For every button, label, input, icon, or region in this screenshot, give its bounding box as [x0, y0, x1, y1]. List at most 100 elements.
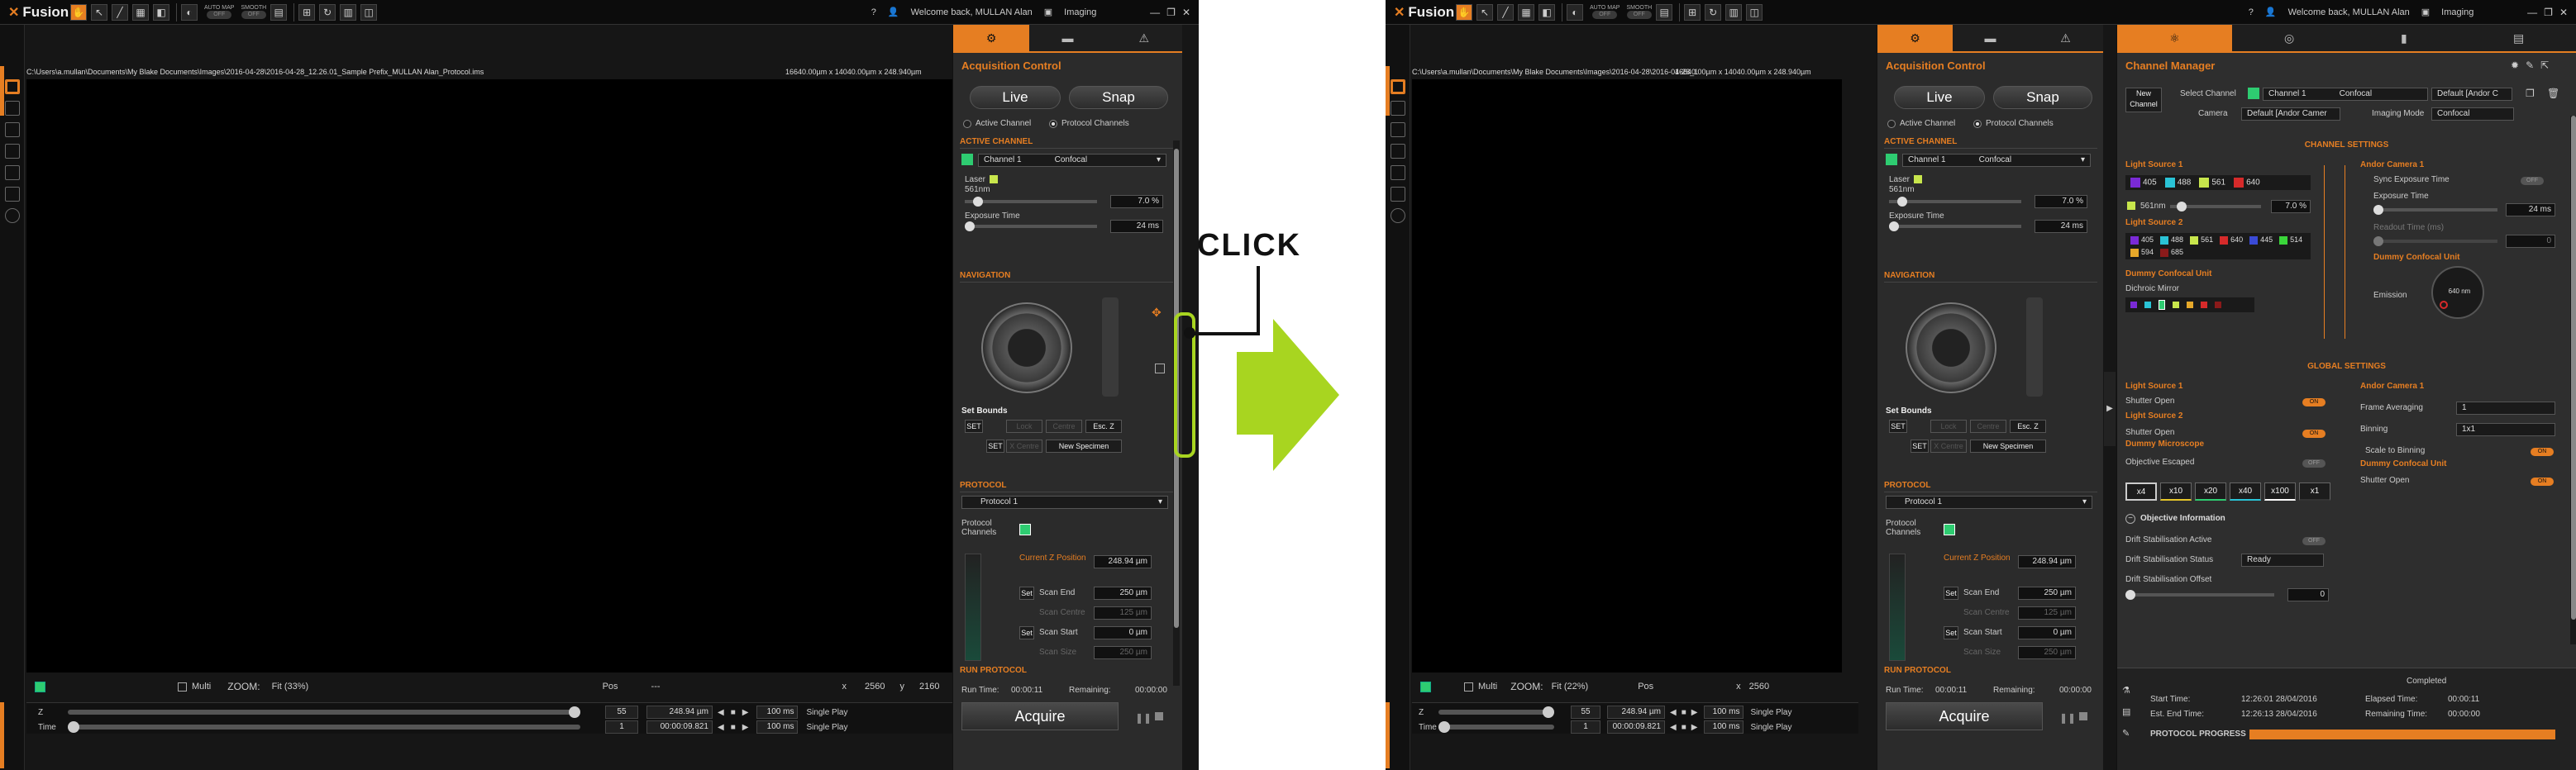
set-scan-start-button[interactable]: Set	[1019, 626, 1034, 639]
zoom-select[interactable]: Fit (22%)	[1552, 682, 1589, 692]
layers-tool-icon[interactable]: ◧	[1538, 3, 1555, 21]
centre-button[interactable]: Centre	[1970, 420, 2006, 433]
dichroic-selector[interactable]	[2125, 297, 2254, 312]
collapse-handle[interactable]: ▶	[2104, 372, 2116, 446]
grid-icon[interactable]: ⊞	[1684, 3, 1701, 21]
time-next-icon[interactable]: ▶	[1691, 723, 1698, 732]
z-next-icon[interactable]: ▶	[1691, 708, 1698, 717]
contrast-icon[interactable]: ◐	[181, 3, 198, 21]
objective-escaped-toggle[interactable]: OFF	[2302, 459, 2326, 468]
help-icon[interactable]: ?	[2249, 7, 2254, 17]
pointer-tool-icon[interactable]: ↖	[1476, 3, 1493, 21]
acquisition-tab-icon[interactable]: ⚙	[953, 25, 1030, 51]
laser-488-checkbox[interactable]	[2164, 178, 2175, 188]
cube-icon[interactable]	[1390, 187, 1405, 202]
set-scan-start-button[interactable]: Set	[1944, 626, 1958, 639]
laser-405-checkbox[interactable]	[2130, 178, 2140, 188]
refresh-icon[interactable]	[1390, 208, 1405, 223]
database-icon[interactable]	[4, 165, 20, 180]
default-andor-dropdown[interactable]: Default [Andor C	[2431, 88, 2512, 101]
channel-dropdown[interactable]: Channel 1 Confocal ▾	[978, 154, 1166, 167]
z-index-field[interactable]: 55	[605, 706, 638, 719]
split-view-icon[interactable]: ◫	[1746, 3, 1763, 21]
channels-tab-icon[interactable]: ⚛	[2117, 25, 2232, 51]
quad-view-icon[interactable]	[4, 122, 20, 137]
stop-acquisition-icon[interactable]	[1155, 712, 1163, 720]
auto-map-toggle[interactable]: AUTO MAP OFF	[204, 5, 234, 19]
z-play-mode[interactable]: Single Play	[806, 708, 847, 717]
region-tool-icon[interactable]: ▦	[132, 3, 149, 21]
move-icon[interactable]: ✥	[1152, 306, 1162, 320]
z-value-field[interactable]: 248.94 µm	[1607, 706, 1665, 719]
slider-knob[interactable]	[965, 221, 975, 231]
dichroic-685-icon[interactable]	[2215, 302, 2221, 308]
protocol-channels-radio[interactable]: Protocol Channels	[1973, 119, 2054, 128]
restore-icon[interactable]: ❐	[2544, 7, 2553, 18]
time-value-field[interactable]: 00:00:09.821	[646, 720, 713, 734]
centre-button[interactable]: Centre	[1046, 420, 1082, 433]
contrast-icon[interactable]: ◐	[1567, 3, 1583, 21]
channel-color-swatch[interactable]	[35, 681, 45, 692]
histogram-icon[interactable]: ▤	[1656, 3, 1673, 21]
stop-acquisition-icon[interactable]	[2079, 712, 2087, 720]
xy-joystick[interactable]	[1906, 302, 1996, 393]
z-stop-icon[interactable]: ■	[1682, 708, 1686, 717]
set-bounds-button-2[interactable]: SET	[986, 440, 1004, 453]
time-slider-knob[interactable]	[1438, 721, 1450, 733]
escape-z-button[interactable]: Esc. Z	[1085, 420, 1122, 433]
z-next-icon[interactable]: ▶	[742, 708, 749, 717]
ls2-445-checkbox[interactable]	[2249, 235, 2259, 245]
scroll-thumb[interactable]	[2571, 116, 2576, 620]
time-slider[interactable]	[1438, 721, 1554, 733]
scan-start-value[interactable]: 0 µm	[2018, 626, 2076, 639]
ls2-line-561[interactable]: 561	[2190, 235, 2213, 245]
laser-power-slider[interactable]	[1889, 197, 2021, 207]
region-tool-icon[interactable]: ▦	[1518, 3, 1534, 21]
z-stop-icon[interactable]: ■	[731, 708, 736, 717]
pointer-tool-icon[interactable]: ↖	[91, 3, 107, 21]
z-slider[interactable]	[68, 706, 580, 718]
hand-tool-icon[interactable]: ✋	[70, 3, 87, 21]
set-bounds-button-1[interactable]: SET	[1889, 420, 1907, 433]
ls2-line-488[interactable]: 488	[2160, 235, 2183, 245]
multi-checkbox[interactable]	[1464, 682, 1473, 692]
ls2-line-405[interactable]: 405	[2130, 235, 2154, 245]
ls2-405-checkbox[interactable]	[2130, 235, 2139, 245]
manager-scrollbar[interactable]	[2570, 116, 2576, 644]
scan-start-value[interactable]: 0 µm	[1094, 626, 1152, 639]
ls2-shutter-toggle[interactable]: ON	[2302, 430, 2326, 438]
readout-slider[interactable]	[2373, 236, 2497, 246]
line-tool-icon[interactable]: ╱	[112, 3, 128, 21]
ls2-line-594[interactable]: 594	[2130, 248, 2154, 257]
sync-exposure-toggle[interactable]: OFF	[2521, 177, 2544, 185]
pause-icon[interactable]: ❚❚	[1135, 712, 1152, 724]
z-index-field[interactable]: 55	[1571, 706, 1600, 719]
radio-circle[interactable]	[1973, 119, 1982, 128]
module-selector[interactable]: Imaging	[2441, 7, 2516, 17]
slider-knob[interactable]	[973, 197, 983, 207]
grid-view-icon[interactable]	[4, 101, 20, 116]
new-channel-button[interactable]: New Channel	[2125, 88, 2162, 112]
acquire-button[interactable]: Acquire	[961, 702, 1119, 730]
dichroic-640-icon[interactable]	[2201, 302, 2207, 308]
laser-power-slider[interactable]	[2170, 202, 2261, 212]
z-range-gauge[interactable]	[1889, 554, 1906, 661]
time-prev-icon[interactable]: ◀	[1670, 723, 1677, 732]
channel-dropdown[interactable]: Channel 1 Confocal ▾	[1902, 154, 2091, 167]
z-prev-icon[interactable]: ◀	[718, 708, 724, 717]
grid-icon[interactable]: ⊞	[298, 3, 316, 21]
new-specimen-button[interactable]: New Specimen	[1970, 440, 2046, 453]
live-button[interactable]: Live	[970, 86, 1061, 109]
time-play-mode[interactable]: Single Play	[1750, 723, 1791, 732]
laser-640-checkbox[interactable]	[2234, 178, 2244, 188]
protocol-channel-swatch[interactable]	[1944, 524, 1955, 535]
laser-power-value[interactable]: 7.0 %	[1110, 195, 1163, 208]
folder-tab-icon[interactable]: ▬	[1953, 25, 2028, 51]
ls2-640-checkbox[interactable]	[2220, 235, 2229, 245]
z-slider-knob[interactable]	[569, 706, 580, 718]
single-view-icon[interactable]	[4, 79, 20, 94]
dichroic-selected-icon[interactable]	[2159, 300, 2165, 310]
set-bounds-button-2[interactable]: SET	[1911, 440, 1929, 453]
xy-joystick[interactable]	[981, 302, 1072, 393]
exposure-slider[interactable]	[2373, 205, 2497, 215]
